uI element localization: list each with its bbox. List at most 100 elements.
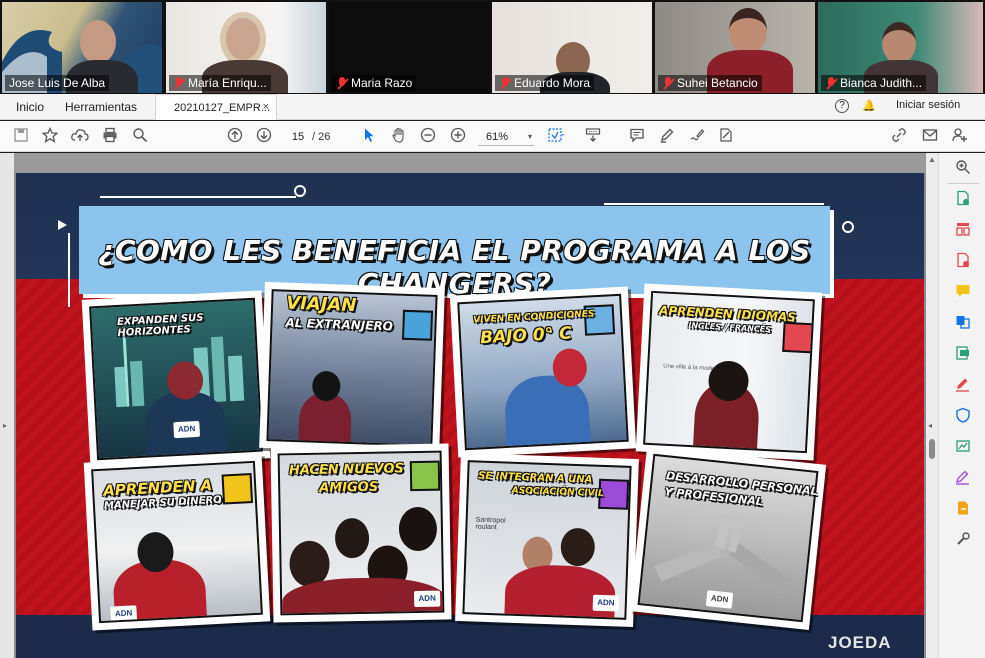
print-icon[interactable]	[100, 127, 120, 147]
muted-mic-icon	[173, 76, 185, 90]
notifications-icon[interactable]: 🔔	[862, 99, 876, 112]
vertical-scrollbar[interactable]: ▲ ◂	[926, 153, 938, 658]
menu-bar: Inicio Herramientas 20210127_EMPR... × ?…	[0, 94, 985, 120]
card-development: ADN DESARROLLO PERSONAL Y PROFESIONAL	[629, 446, 827, 630]
zoom-level-dropdown[interactable]: 61% ▾	[478, 128, 534, 146]
organize-pages-icon[interactable]	[954, 221, 972, 239]
adn-logo: ADN	[414, 590, 441, 608]
right-tools-panel	[938, 153, 985, 658]
card-cold: VIVEN EN CONDICIONES BAJO 0° C	[449, 286, 637, 458]
scroll-up-icon[interactable]: ▲	[928, 155, 936, 164]
add-user-icon[interactable]	[950, 127, 970, 147]
card-caption-title: HACEN NUEVOS	[288, 461, 404, 479]
adn-logo: ADN	[705, 590, 734, 609]
participant-name: Bianca Judith...	[821, 75, 927, 91]
santropol-sign: Santropol roulant	[475, 516, 506, 532]
save-icon[interactable]	[11, 127, 31, 147]
menu-home[interactable]: Inicio	[16, 100, 44, 114]
bookmark-star-icon[interactable]	[40, 126, 60, 147]
more-tools-icon[interactable]	[954, 531, 972, 549]
combine-files-icon[interactable]	[954, 314, 972, 332]
toolbar: 15 / 26 61% ▾	[0, 121, 985, 152]
keyboard-scroll-icon[interactable]	[583, 127, 603, 147]
globe-icon	[402, 309, 434, 341]
zoom-level-value: 61%	[486, 131, 509, 143]
muted-mic-icon	[825, 76, 837, 90]
document-tab[interactable]: 20210127_EMPR... ×	[155, 94, 277, 120]
muted-mic-icon	[499, 76, 511, 90]
create-pdf-icon[interactable]	[954, 252, 972, 270]
participant-face	[882, 22, 916, 64]
card-money: ADN APRENDEN A MANEJAR SU DINERO	[83, 453, 271, 631]
adn-logo: ADN	[110, 605, 138, 623]
screen: Jose Luis De Alba María Enriqu... Maria …	[0, 0, 985, 658]
zoom-in-icon[interactable]	[448, 127, 468, 147]
fit-page-icon[interactable]	[546, 127, 566, 147]
send-for-signature-icon[interactable]	[954, 469, 972, 487]
enhance-scans-icon[interactable]	[954, 438, 972, 456]
export-document-icon[interactable]	[954, 500, 972, 518]
email-icon[interactable]	[920, 127, 940, 147]
scrollbar-thumb[interactable]	[929, 439, 935, 459]
video-tile-speaker[interactable]: Jose Luis De Alba	[2, 2, 162, 93]
left-panel-toggle[interactable]: ▸	[0, 153, 14, 658]
video-strip: Jose Luis De Alba María Enriqu... Maria …	[0, 0, 985, 94]
card-association: Santropol roulant ADN SE INTEGRAN A UNA …	[455, 452, 639, 628]
chevron-down-icon: ▾	[527, 132, 532, 141]
page-number-input[interactable]: 15	[287, 129, 309, 145]
share-link-icon[interactable]	[890, 127, 910, 147]
fill-sign-icon[interactable]	[716, 127, 736, 147]
video-tile[interactable]: Bianca Judith...	[818, 2, 983, 93]
comment-panel-icon[interactable]	[954, 283, 972, 301]
brand-logo: JOEDA	[828, 633, 892, 652]
edit-pdf-icon[interactable]	[954, 345, 972, 363]
video-tile[interactable]: María Enriqu...	[166, 2, 326, 93]
video-tile[interactable]: Eduardo Mora	[492, 2, 652, 93]
upload-cloud-icon[interactable]	[70, 127, 90, 147]
draw-pen-icon[interactable]	[687, 127, 707, 147]
circle-decoration	[842, 221, 854, 233]
participant-name: Maria Razo	[332, 75, 417, 91]
menu-tools[interactable]: Herramientas	[65, 100, 137, 114]
chevron-right-icon: ▸	[3, 421, 8, 430]
search-icon[interactable]	[130, 127, 150, 147]
speaker-face	[80, 20, 116, 64]
participant-name: Eduardo Mora	[495, 75, 595, 91]
slide-page: ¿COMO LES BENEFICIA EL PROGRAMA A LOS CH…	[16, 173, 924, 658]
hand-tool-icon[interactable]	[389, 127, 409, 147]
circle-decoration	[294, 185, 306, 197]
card-travel: VIAJAN AL EXTRANJERO	[259, 281, 445, 455]
previous-page-edge	[14, 153, 926, 173]
participant-name: Suhei Betancio	[658, 75, 762, 91]
adn-logo: ADN	[592, 594, 620, 612]
triangle-decoration	[58, 220, 67, 230]
video-tile[interactable]: Maria Razo	[329, 2, 489, 93]
card-languages: Une ville à la mode APRENDEN IDIOMAS ING…	[635, 283, 823, 461]
highlight-pen-icon[interactable]	[657, 127, 677, 147]
previous-page-icon[interactable]	[225, 127, 245, 147]
video-tile[interactable]: Suhei Betancio	[655, 2, 815, 93]
help-icon[interactable]: ?	[835, 99, 849, 113]
group-people-icon	[409, 460, 441, 492]
sign-in-link[interactable]: Iniciar sesión	[896, 99, 960, 111]
wallet-icon	[221, 473, 254, 505]
card-horizons: ADN EXPANDEN SUS HORIZONTES	[81, 290, 271, 468]
zoom-out-icon[interactable]	[418, 127, 438, 147]
screen-heading: Une ville à la mode	[663, 363, 715, 373]
export-pdf-icon[interactable]	[954, 190, 972, 208]
comment-icon[interactable]	[627, 127, 647, 147]
chevron-left-icon[interactable]: ◂	[928, 421, 932, 430]
select-cursor-icon[interactable]	[359, 127, 379, 147]
card-friends: ADN HACEN NUEVOS AMIGOS	[270, 443, 452, 623]
protect-shield-icon[interactable]	[954, 407, 972, 425]
participant-face	[220, 12, 266, 66]
speech-bubbles-icon	[782, 321, 814, 354]
fill-and-sign-icon[interactable]	[954, 376, 972, 394]
zoom-search-icon[interactable]	[954, 159, 972, 177]
participant-face	[729, 8, 767, 54]
participant-name: María Enriqu...	[169, 75, 271, 91]
card-caption-subtitle: AMIGOS	[319, 479, 379, 496]
close-tab-icon[interactable]: ×	[263, 101, 269, 113]
next-page-icon[interactable]	[254, 127, 274, 147]
muted-mic-icon	[662, 76, 674, 90]
